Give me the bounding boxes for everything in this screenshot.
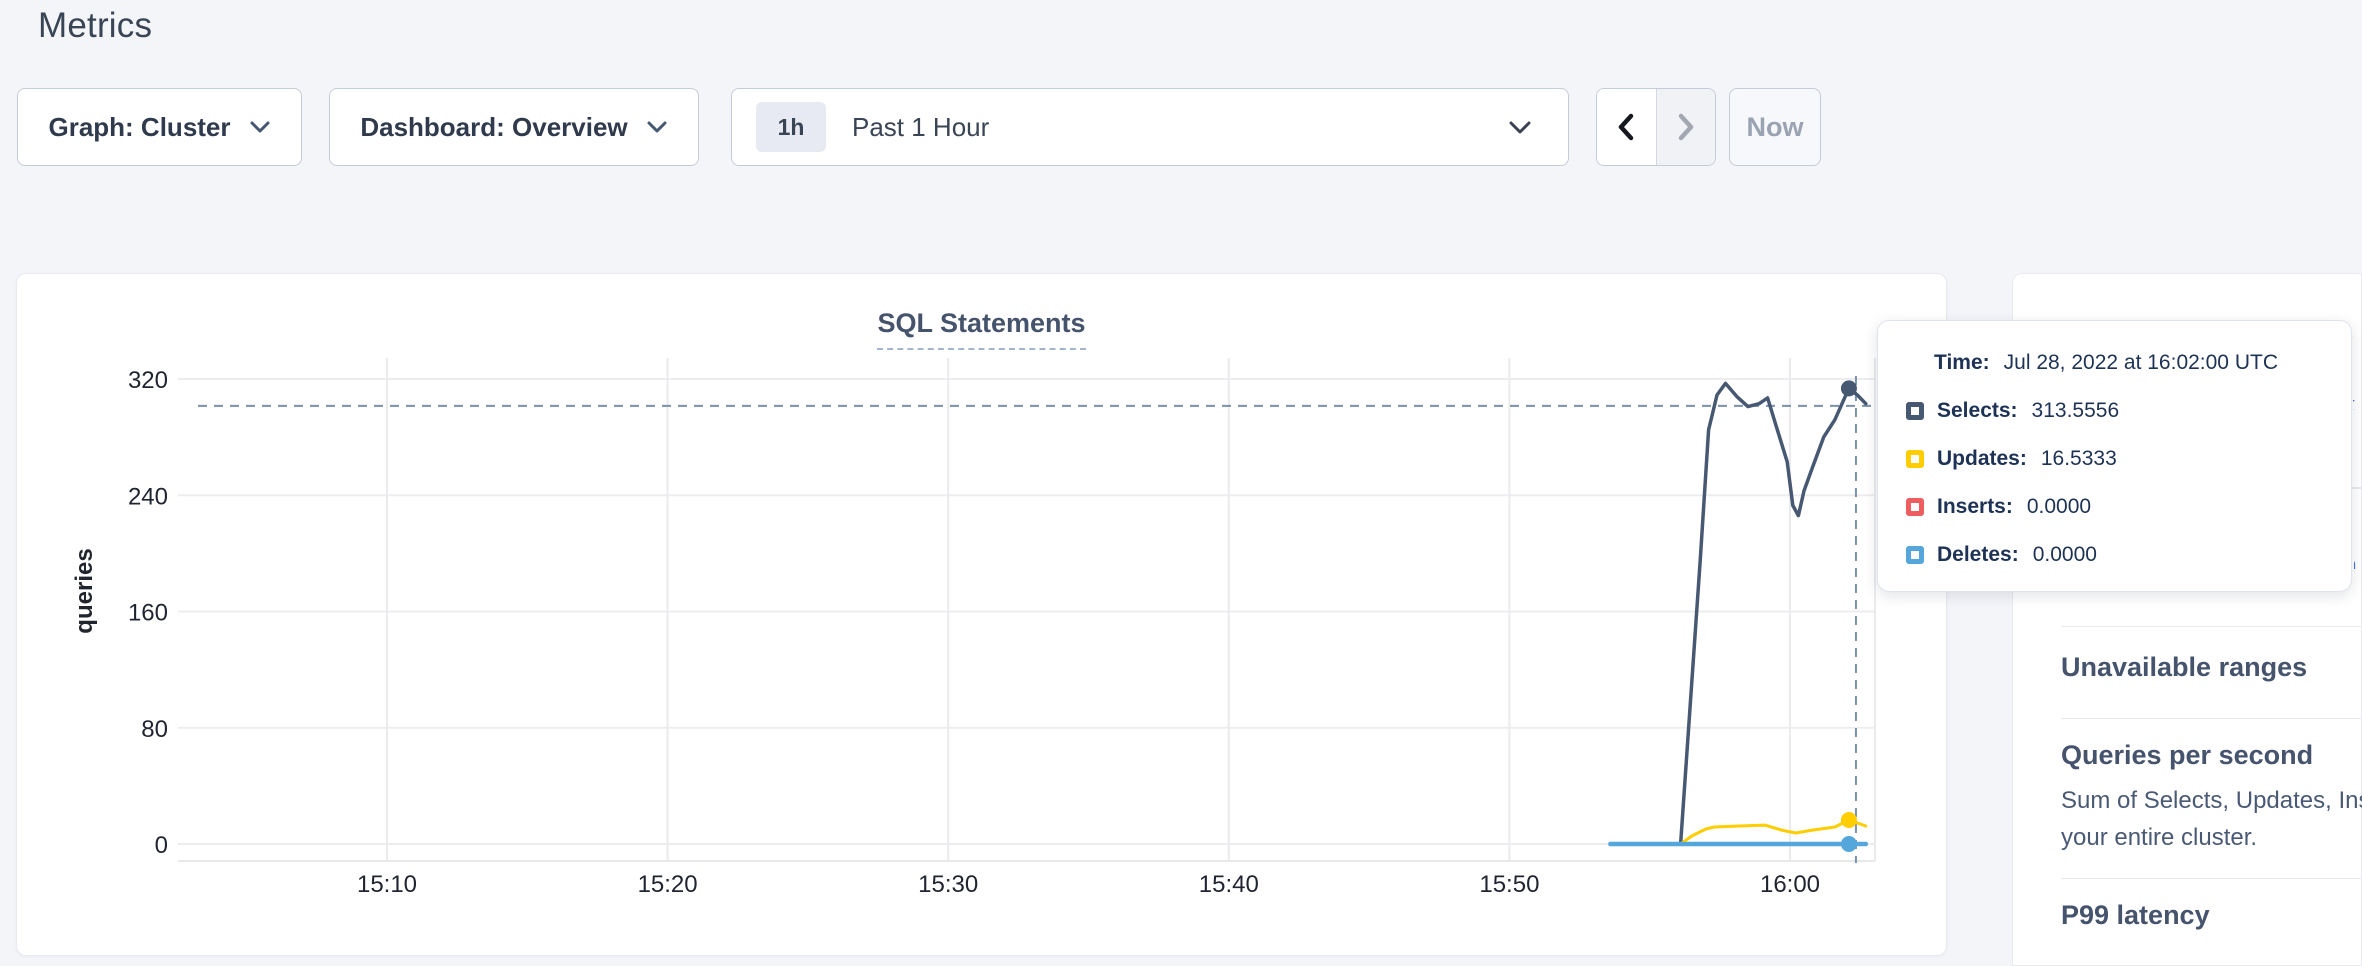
time-range-label: Past 1 Hour <box>852 112 989 143</box>
chevron-down-icon <box>249 120 271 134</box>
tooltip-series-label: Deletes: <box>1937 543 2019 567</box>
time-forward-button[interactable] <box>1656 89 1715 165</box>
tooltip-series-label: Updates: <box>1937 447 2027 471</box>
tooltip-time-label: Time: <box>1934 351 1990 375</box>
dashboard-dropdown[interactable]: Dashboard: Overview <box>329 88 699 166</box>
graph-scope-dropdown[interactable]: Graph: Cluster <box>17 88 302 166</box>
selects-series-swatch-icon <box>1906 402 1924 420</box>
chevron-down-icon <box>1508 120 1532 135</box>
clipped-sidebar-text-fragment: a <box>2351 316 2362 338</box>
chart-tooltip: Time: Jul 28, 2022 at 16:02:00 UTC Selec… <box>1877 320 2352 592</box>
tooltip-series-label: Selects: <box>1937 399 2018 423</box>
tooltip-time-value: Jul 28, 2022 at 16:02:00 UTC <box>2004 351 2278 375</box>
tooltip-series-label: Inserts: <box>1937 495 2013 519</box>
clipped-sidebar-link-fragment: k <box>2353 392 2362 410</box>
metrics-page: Metrics Graph: Cluster Dashboard: Overvi… <box>0 0 2362 966</box>
page-title: Metrics <box>38 6 152 46</box>
time-pager <box>1596 88 1716 166</box>
deletes-series-swatch-icon <box>1906 546 1924 564</box>
chart-title[interactable]: SQL Statements <box>877 308 1085 350</box>
tooltip-series-value: 0.0000 <box>2033 543 2097 567</box>
chevron-left-icon <box>1615 111 1637 143</box>
clipped-sidebar-divider-fragment <box>2352 487 2362 489</box>
chevron-down-icon <box>646 120 668 134</box>
inserts-series-swatch-icon <box>1906 498 1924 516</box>
tooltip-series-value: 0.0000 <box>2027 495 2091 519</box>
divider <box>2061 878 2362 879</box>
y-axis-label: queries <box>71 548 99 633</box>
divider <box>2061 626 2362 627</box>
time-range-badge: 1h <box>756 102 826 152</box>
sidebar-entry-description: Sum of Selects, Updates, Inserts your en… <box>2061 782 2362 856</box>
divider <box>2061 718 2362 719</box>
updates-series-swatch-icon <box>1906 450 1924 468</box>
now-button[interactable]: Now <box>1729 88 1821 166</box>
graph-scope-dropdown-label: Graph: Cluster <box>48 112 230 143</box>
time-back-button[interactable] <box>1597 89 1656 165</box>
sidebar-entry-title: P99 latency <box>2061 900 2210 931</box>
chevron-right-icon <box>1675 111 1697 143</box>
tooltip-series-value: 313.5556 <box>2032 399 2120 423</box>
dashboard-dropdown-label: Dashboard: Overview <box>360 112 627 143</box>
tooltip-series-value: 16.5333 <box>2041 447 2117 471</box>
clipped-sidebar-link-fragment: a <box>2354 555 2362 569</box>
chart-plot-area[interactable] <box>178 358 1875 861</box>
time-range-dropdown[interactable]: 1h Past 1 Hour <box>731 88 1569 166</box>
sidebar-entry-title: Unavailable ranges <box>2061 652 2307 683</box>
sidebar-entry-title: Queries per second <box>2061 740 2313 771</box>
